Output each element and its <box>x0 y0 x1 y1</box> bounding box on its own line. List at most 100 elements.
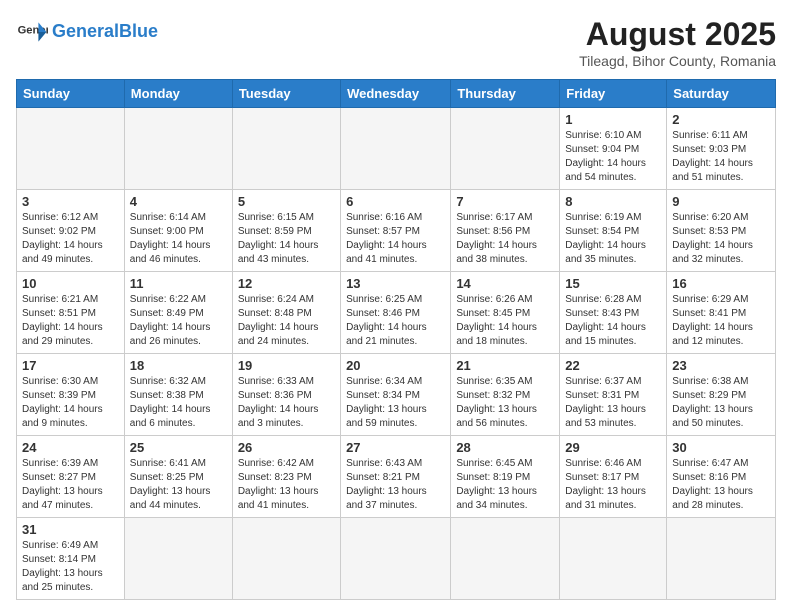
calendar-day-cell: 14Sunrise: 6:26 AM Sunset: 8:45 PM Dayli… <box>451 272 560 354</box>
calendar-day-cell <box>124 518 232 600</box>
calendar-week-row: 1 Sunrise: 6:10 AM Sunset: 9:04 PM Daylig… <box>17 108 776 190</box>
day-number: 2 <box>672 112 770 127</box>
day-number: 13 <box>346 276 445 291</box>
calendar-day-cell: 20 Sunrise: 6:34 AM Sunset: 8:34 PM Dayli… <box>341 354 451 436</box>
calendar-day-cell: 25Sunrise: 6:41 AM Sunset: 8:25 PM Dayli… <box>124 436 232 518</box>
calendar-week-row: 31 Sunrise: 6:49 AM Sunset: 8:14 PM Dayli… <box>17 518 776 600</box>
calendar-day-cell: 9 Sunrise: 6:20 AM Sunset: 8:53 PM Daylig… <box>667 190 776 272</box>
calendar-day-cell: 22 Sunrise: 6:37 AM Sunset: 8:31 PM Dayli… <box>560 354 667 436</box>
calendar-day-cell: 10Sunrise: 6:21 AM Sunset: 8:51 PM Dayli… <box>17 272 125 354</box>
page-header: General GeneralBlue August 2025 Tileagd,… <box>16 16 776 69</box>
weekday-header: Friday <box>560 80 667 108</box>
day-number: 19 <box>238 358 335 373</box>
calendar-day-cell: 3 Sunrise: 6:12 AM Sunset: 9:02 PM Daylig… <box>17 190 125 272</box>
calendar-day-cell: 18 Sunrise: 6:32 AM Sunset: 8:38 PM Dayli… <box>124 354 232 436</box>
calendar-day-cell: 4Sunrise: 6:14 AM Sunset: 9:00 PM Daylig… <box>124 190 232 272</box>
day-info: Sunrise: 6:38 AM Sunset: 8:29 PM Dayligh… <box>672 375 770 431</box>
calendar-day-cell: 1 Sunrise: 6:10 AM Sunset: 9:04 PM Daylig… <box>560 108 667 190</box>
calendar-day-cell: 13 Sunrise: 6:25 AM Sunset: 8:46 PM Dayli… <box>341 272 451 354</box>
calendar-day-cell: 16Sunrise: 6:29 AM Sunset: 8:41 PM Dayli… <box>667 272 776 354</box>
calendar-day-cell: 7 Sunrise: 6:17 AM Sunset: 8:56 PM Daylig… <box>451 190 560 272</box>
day-info: Sunrise: 6:12 AM Sunset: 9:02 PM Dayligh… <box>22 211 119 267</box>
day-info: Sunrise: 6:39 AM Sunset: 8:27 PM Dayligh… <box>22 457 119 513</box>
day-number: 1 <box>565 112 661 127</box>
month-year: August 2025 <box>579 16 776 53</box>
title-block: August 2025 Tileagd, Bihor County, Roman… <box>579 16 776 69</box>
day-info: Sunrise: 6:30 AM Sunset: 8:39 PM Dayligh… <box>22 375 119 431</box>
weekday-header: Tuesday <box>232 80 340 108</box>
day-number: 3 <box>22 194 119 209</box>
day-number: 8 <box>565 194 661 209</box>
day-number: 7 <box>456 194 554 209</box>
day-info: Sunrise: 6:20 AM Sunset: 8:53 PM Dayligh… <box>672 211 770 267</box>
day-info: Sunrise: 6:32 AM Sunset: 8:38 PM Dayligh… <box>130 375 227 431</box>
day-info: Sunrise: 6:47 AM Sunset: 8:16 PM Dayligh… <box>672 457 770 513</box>
day-number: 23 <box>672 358 770 373</box>
day-number: 29 <box>565 440 661 455</box>
calendar-day-cell: 2Sunrise: 6:11 AM Sunset: 9:03 PM Daylig… <box>667 108 776 190</box>
calendar-day-cell <box>451 518 560 600</box>
day-number: 26 <box>238 440 335 455</box>
weekday-header: Saturday <box>667 80 776 108</box>
day-info: Sunrise: 6:22 AM Sunset: 8:49 PM Dayligh… <box>130 293 227 349</box>
weekday-header: Sunday <box>17 80 125 108</box>
calendar-day-cell: 29Sunrise: 6:46 AM Sunset: 8:17 PM Dayli… <box>560 436 667 518</box>
weekday-header-row: SundayMondayTuesdayWednesdayThursdayFrid… <box>17 80 776 108</box>
day-info: Sunrise: 6:43 AM Sunset: 8:21 PM Dayligh… <box>346 457 445 513</box>
day-number: 21 <box>456 358 554 373</box>
day-number: 27 <box>346 440 445 455</box>
day-number: 5 <box>238 194 335 209</box>
logo: General GeneralBlue <box>16 16 158 48</box>
day-number: 24 <box>22 440 119 455</box>
calendar-day-cell: 8 Sunrise: 6:19 AM Sunset: 8:54 PM Daylig… <box>560 190 667 272</box>
calendar-day-cell <box>341 518 451 600</box>
calendar-day-cell: 15Sunrise: 6:28 AM Sunset: 8:43 PM Dayli… <box>560 272 667 354</box>
calendar-day-cell: 19Sunrise: 6:33 AM Sunset: 8:36 PM Dayli… <box>232 354 340 436</box>
day-number: 11 <box>130 276 227 291</box>
day-number: 20 <box>346 358 445 373</box>
calendar-day-cell: 24 Sunrise: 6:39 AM Sunset: 8:27 PM Dayli… <box>17 436 125 518</box>
calendar-day-cell <box>17 108 125 190</box>
calendar-day-cell <box>124 108 232 190</box>
location: Tileagd, Bihor County, Romania <box>579 53 776 69</box>
day-info: Sunrise: 6:25 AM Sunset: 8:46 PM Dayligh… <box>346 293 445 349</box>
calendar-day-cell: 5 Sunrise: 6:15 AM Sunset: 8:59 PM Daylig… <box>232 190 340 272</box>
day-info: Sunrise: 6:41 AM Sunset: 8:25 PM Dayligh… <box>130 457 227 513</box>
day-info: Sunrise: 6:16 AM Sunset: 8:57 PM Dayligh… <box>346 211 445 267</box>
calendar-week-row: 24 Sunrise: 6:39 AM Sunset: 8:27 PM Dayli… <box>17 436 776 518</box>
calendar-week-row: 17Sunrise: 6:30 AM Sunset: 8:39 PM Dayli… <box>17 354 776 436</box>
day-number: 6 <box>346 194 445 209</box>
calendar-day-cell <box>341 108 451 190</box>
calendar-day-cell: 28Sunrise: 6:45 AM Sunset: 8:19 PM Dayli… <box>451 436 560 518</box>
logo-blue: Blue <box>119 21 158 41</box>
day-number: 18 <box>130 358 227 373</box>
calendar-day-cell: 31 Sunrise: 6:49 AM Sunset: 8:14 PM Dayli… <box>17 518 125 600</box>
day-info: Sunrise: 6:19 AM Sunset: 8:54 PM Dayligh… <box>565 211 661 267</box>
calendar-day-cell <box>451 108 560 190</box>
day-info: Sunrise: 6:35 AM Sunset: 8:32 PM Dayligh… <box>456 375 554 431</box>
calendar-day-cell: 30 Sunrise: 6:47 AM Sunset: 8:16 PM Dayli… <box>667 436 776 518</box>
day-info: Sunrise: 6:24 AM Sunset: 8:48 PM Dayligh… <box>238 293 335 349</box>
calendar-day-cell <box>232 518 340 600</box>
weekday-header: Thursday <box>451 80 560 108</box>
day-info: Sunrise: 6:37 AM Sunset: 8:31 PM Dayligh… <box>565 375 661 431</box>
day-info: Sunrise: 6:17 AM Sunset: 8:56 PM Dayligh… <box>456 211 554 267</box>
weekday-header: Monday <box>124 80 232 108</box>
logo-text: GeneralBlue <box>52 22 158 42</box>
weekday-header: Wednesday <box>341 80 451 108</box>
calendar-day-cell: 12Sunrise: 6:24 AM Sunset: 8:48 PM Dayli… <box>232 272 340 354</box>
calendar-day-cell: 17Sunrise: 6:30 AM Sunset: 8:39 PM Dayli… <box>17 354 125 436</box>
day-number: 31 <box>22 522 119 537</box>
day-info: Sunrise: 6:49 AM Sunset: 8:14 PM Dayligh… <box>22 539 119 595</box>
day-info: Sunrise: 6:34 AM Sunset: 8:34 PM Dayligh… <box>346 375 445 431</box>
day-number: 16 <box>672 276 770 291</box>
day-info: Sunrise: 6:28 AM Sunset: 8:43 PM Dayligh… <box>565 293 661 349</box>
day-number: 10 <box>22 276 119 291</box>
day-info: Sunrise: 6:15 AM Sunset: 8:59 PM Dayligh… <box>238 211 335 267</box>
day-number: 22 <box>565 358 661 373</box>
day-number: 9 <box>672 194 770 209</box>
day-number: 28 <box>456 440 554 455</box>
day-number: 30 <box>672 440 770 455</box>
day-info: Sunrise: 6:10 AM Sunset: 9:04 PM Dayligh… <box>565 129 661 185</box>
logo-general: General <box>52 21 119 41</box>
